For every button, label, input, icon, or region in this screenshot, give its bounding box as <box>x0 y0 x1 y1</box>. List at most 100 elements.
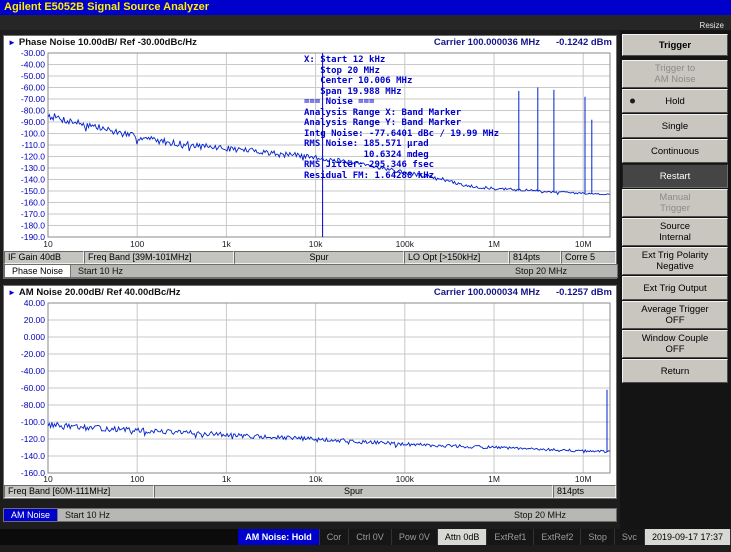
softkey-value: OFF <box>665 315 685 326</box>
status-filler <box>130 265 509 277</box>
softkey-value: AM Noise <box>654 74 696 85</box>
softkey-trigger: Trigger <box>622 34 728 56</box>
am-status-bar: AM Noise Start 10 Hz Stop 20 MHz <box>3 508 617 522</box>
softkey-average-trigger-off[interactable]: Average Trigger OFF <box>622 301 728 329</box>
softkey-label: Return <box>660 365 690 377</box>
svg-text:20.00: 20.00 <box>24 315 46 325</box>
phase-scale-label: Phase Noise 10.00dB/ Ref -30.00dBc/Hz <box>18 37 197 48</box>
phase-carrier-frequency: Carrier 100.000036 MHz <box>433 37 541 48</box>
svg-text:-80.00: -80.00 <box>21 400 45 410</box>
selected-bullet-icon <box>630 98 635 104</box>
svg-text:1M: 1M <box>488 239 500 249</box>
am-noise-trace <box>47 389 611 454</box>
svg-text:-180.0: -180.0 <box>21 221 45 231</box>
svg-text:-150.0: -150.0 <box>21 186 45 196</box>
phase-settings-bar: IF Gain 40dB Freq Band [39M-101MHz] Spur LO… <box>4 251 616 264</box>
svg-text:-140.0: -140.0 <box>21 451 45 461</box>
svg-text:-140.0: -140.0 <box>21 175 45 185</box>
svg-text:-30.00: -30.00 <box>21 49 45 58</box>
svg-text:-70.00: -70.00 <box>21 94 45 104</box>
status-filler <box>117 509 508 521</box>
svg-text:-130.0: -130.0 <box>21 163 45 173</box>
svg-text:0.000: 0.000 <box>24 332 46 342</box>
am-noise-plot: 40.00 20.00 0.000 -20.00 -40.00 -60.00 -80.00 -… <box>4 299 616 485</box>
trace-arrow-icon: ► <box>8 38 16 47</box>
softkey-return[interactable]: Return <box>622 359 728 383</box>
x-axis-labels: 10 100 1k 10k 100k 1M 10M <box>43 239 591 249</box>
svg-text:-120.0: -120.0 <box>21 152 45 162</box>
svg-text:-60.00: -60.00 <box>21 383 45 393</box>
am-carrier-power: -0.1257 dBm <box>556 287 612 298</box>
field-814pts: 814pts <box>553 485 616 498</box>
phase-status-bar: Phase Noise Start 10 Hz Stop 20 MHz <box>4 264 618 278</box>
y-axis-labels: 40.00 20.00 0.000 -20.00 -40.00 -60.00 -80.00 -… <box>21 299 45 478</box>
status-extref2: ExtRef2 <box>534 529 582 545</box>
phase-noise-panel: ► Phase Noise 10.00dB/ Ref -30.00dBc/Hz … <box>3 35 618 279</box>
field-814pts: 814pts <box>509 251 561 264</box>
softkey-hold[interactable]: Hold <box>622 89 728 113</box>
softkey-value: Negative <box>656 261 694 272</box>
active-trace-label-am-noise: AM Noise <box>4 509 59 521</box>
field-freq-band-60m-111mhz: Freq Band [60M-111MHz] <box>4 485 154 498</box>
instrument-status-bar: AM Noise: Hold Cor Ctrl 0V Pow 0V Attn 0dB Ex… <box>0 529 731 545</box>
noise-analysis-readout: X: Start 12 kHz Stop 20 MHz Center 10.00… <box>304 55 500 181</box>
phase-carrier-power: -0.1242 dBm <box>556 37 612 48</box>
softkey-source-internal[interactable]: Source Internal <box>622 218 728 246</box>
plot-grid <box>47 302 611 474</box>
svg-text:-40.00: -40.00 <box>21 60 45 70</box>
softkey-label: Hold <box>665 95 685 107</box>
svg-text:10M: 10M <box>575 474 592 484</box>
svg-text:-100.0: -100.0 <box>21 129 45 139</box>
svg-text:1k: 1k <box>222 474 232 484</box>
softkey-label: Average Trigger <box>641 304 709 315</box>
field-lo-opt-150khz: LO Opt [>150kHz] <box>404 251 509 264</box>
svg-text:-50.00: -50.00 <box>21 71 45 81</box>
svg-text:-110.0: -110.0 <box>22 140 46 150</box>
status-attn-0db: Attn 0dB <box>437 529 488 545</box>
svg-text:-120.0: -120.0 <box>21 434 45 444</box>
svg-text:100: 100 <box>130 474 144 484</box>
am-noise-panel: ► AM Noise 20.00dB/ Ref 40.00dBc/Hz Carr… <box>3 285 617 499</box>
softkey-label: Restart <box>659 170 691 182</box>
svg-text:-40.00: -40.00 <box>21 366 45 376</box>
status-ctrl-0v: Ctrl 0V <box>349 529 392 545</box>
softkey-label: Source <box>659 221 691 232</box>
am-scale-label: AM Noise 20.00dB/ Ref 40.00dBc/Hz <box>18 287 181 298</box>
softkey-continuous[interactable]: Continuous <box>622 139 728 163</box>
svg-text:100k: 100k <box>396 474 415 484</box>
svg-text:-20.00: -20.00 <box>21 349 45 359</box>
svg-text:-170.0: -170.0 <box>21 209 45 219</box>
softkey-ext-trig-polarity-negative[interactable]: Ext Trig Polarity Negative <box>622 247 728 275</box>
softkey-window-couple-off[interactable]: Window Couple OFF <box>622 330 728 358</box>
status-am-noise-hold: AM Noise: Hold <box>238 529 320 545</box>
softkey-label: Window Couple <box>641 333 709 344</box>
am-noise-header: ► AM Noise 20.00dB/ Ref 40.00dBc/Hz Carr… <box>4 286 616 299</box>
softkey-restart[interactable]: Restart <box>622 164 728 188</box>
am-settings-bar: Freq Band [60M-111MHz] Spur 814pts <box>4 485 616 498</box>
softkey-ext-trig-output[interactable]: Ext Trig Output <box>622 276 728 300</box>
sweep-start-label: Start 10 Hz <box>65 510 111 520</box>
softkey-value: Internal <box>659 232 691 243</box>
svg-text:-80.00: -80.00 <box>21 106 45 116</box>
svg-text:100k: 100k <box>396 239 415 249</box>
window-title: Agilent E5052B Signal Source Analyzer <box>0 0 731 15</box>
sweep-start-label: Start 10 Hz <box>78 266 124 276</box>
sweep-stop-label: Stop 20 MHz <box>514 266 567 276</box>
svg-text:-160.0: -160.0 <box>21 468 45 478</box>
svg-text:-60.00: -60.00 <box>21 83 45 93</box>
softkey-manual-trigger: Manual Trigger <box>622 189 728 217</box>
titlebar-strip: Resize <box>0 15 731 30</box>
svg-text:1k: 1k <box>222 239 232 249</box>
svg-text:10k: 10k <box>309 474 323 484</box>
resize-button[interactable]: Resize <box>700 21 724 30</box>
softkey-label: Trigger <box>658 39 692 51</box>
field-spur: Spur <box>154 485 553 498</box>
svg-text:10k: 10k <box>309 239 323 249</box>
softkey-single[interactable]: Single <box>622 114 728 138</box>
x-axis-labels: 10 100 1k 10k 100k 1M 10M <box>43 474 591 484</box>
status-pow-0v: Pow 0V <box>391 529 438 545</box>
phase-noise-header: ► Phase Noise 10.00dB/ Ref -30.00dBc/Hz … <box>4 36 616 49</box>
softkey-menu: Trigger Trigger to AM Noise Hold Single Conti… <box>620 30 731 529</box>
status-svc: Svc <box>614 529 645 545</box>
svg-text:-100.0: -100.0 <box>21 417 45 427</box>
